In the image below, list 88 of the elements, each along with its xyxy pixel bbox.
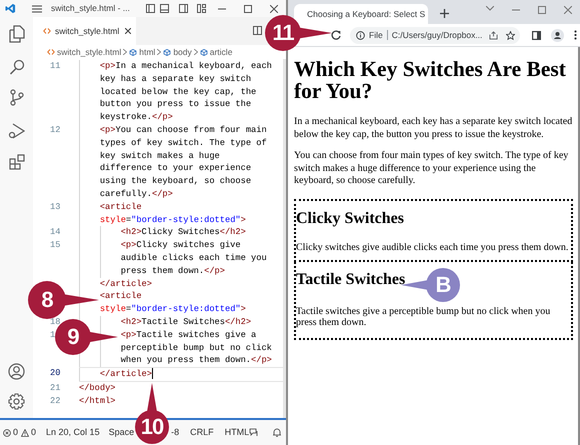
layout-icon[interactable] — [146, 4, 155, 13]
side-panel-icon[interactable] — [532, 30, 541, 40]
cursor-position[interactable]: Ln 20, Col 15 — [46, 426, 100, 440]
line-number: 11 — [50, 60, 62, 73]
code-file-icon — [43, 28, 51, 34]
breadcrumb-item[interactable]: body — [163, 46, 192, 58]
breadcrumb-item[interactable]: html — [129, 46, 156, 58]
share-icon[interactable] — [489, 30, 498, 40]
scheme-label: File — [369, 28, 383, 42]
feedback-icon[interactable] — [249, 428, 260, 437]
error-icon — [3, 428, 11, 436]
layout-icon[interactable] — [178, 4, 188, 13]
window-title: switch_style.html - ... — [51, 2, 130, 15]
close-icon[interactable] — [270, 4, 278, 12]
chevron-right-icon — [194, 49, 198, 55]
notifications-icon[interactable] — [273, 428, 282, 437]
maximize-icon[interactable] — [244, 4, 252, 12]
paragraph: In a mechanical keyboard, each key has a separate key switch located below the key cap, the button you press to issue the keystroke. — [294, 116, 573, 141]
line-number: 14 — [50, 226, 62, 240]
breadcrumb-item[interactable]: switch_style.html — [47, 46, 122, 58]
code-line: <h2>Clicky Switches</h2> — [120, 227, 246, 238]
run-debug-icon[interactable] — [8, 123, 25, 139]
line-number: 13 — [50, 200, 62, 214]
line-number: 1 — [50, 328, 56, 342]
split-editor-icon[interactable] — [253, 26, 262, 35]
code-line: <p>Clicky switches give audible clicks each time you press them down.</p> — [120, 240, 267, 276]
warning-count[interactable]: 0 — [21, 426, 36, 440]
account-icon[interactable] — [8, 363, 25, 380]
code-file-icon — [47, 49, 55, 55]
url-text: C:/Users/guy/Dropbox... — [392, 28, 482, 42]
code-line: </body> — [79, 382, 116, 393]
line-number: 15 — [50, 239, 62, 252]
status-item[interactable]: -8 — [171, 426, 180, 440]
code-line: </article> — [100, 278, 152, 289]
breadcrumb-item[interactable]: article — [200, 46, 232, 58]
search-icon[interactable] — [8, 59, 24, 75]
line-number: 20 — [50, 367, 62, 380]
close-icon[interactable] — [125, 28, 132, 34]
cube-icon — [129, 48, 138, 56]
step-callout: 10 — [135, 383, 169, 444]
menu-icon[interactable] — [32, 4, 42, 12]
cube-icon — [200, 48, 208, 56]
profile-icon[interactable] — [551, 28, 564, 42]
maximize-icon[interactable] — [538, 6, 546, 14]
code-line: <h2>Tactile Switches</h2> — [120, 316, 252, 327]
line-number: 22 — [50, 394, 62, 408]
more-menu-icon[interactable] — [574, 30, 577, 40]
browser-tab[interactable]: Choosing a Keyboard: Select S — [294, 4, 428, 24]
code-line: <p>Tactile switches give a perceptible bump but no click when you press them down.</p> — [120, 330, 272, 366]
cube-icon — [163, 48, 172, 56]
new-tab-icon[interactable] — [440, 9, 449, 18]
source-control-icon[interactable] — [10, 89, 24, 106]
info-icon — [356, 30, 365, 40]
app-logo-icon — [5, 3, 16, 14]
article-heading: Tactile Switches — [296, 270, 406, 288]
line-number: 12 — [50, 124, 62, 137]
status-item[interactable]: Space — [108, 426, 134, 440]
minimize-icon[interactable] — [512, 9, 520, 11]
chevron-right-icon — [157, 49, 162, 55]
error-count[interactable]: 0 — [3, 426, 18, 440]
status-item[interactable]: HTML — [224, 426, 250, 440]
code-line: <article style="border-style:dotted"> — [100, 202, 246, 225]
code-line: </html> — [79, 396, 116, 406]
paragraph: Clicky switches give audible clicks each time you press them down. — [296, 242, 570, 252]
reload-icon[interactable] — [331, 30, 341, 40]
code-line: <article style="border-style:dotted"> — [100, 291, 246, 314]
extensions-icon[interactable] — [8, 154, 24, 170]
step-callout: 8 — [28, 281, 99, 319]
code-line: </article> — [100, 369, 152, 380]
address-bar[interactable]: File C:/Users/guy/Dropbox... — [350, 26, 520, 44]
code-line: <p>You can choose from four main types of key switch. The type of key switch makes a huge difference to your experience using the keyboard, so choose carefully.</p> — [100, 124, 267, 199]
text-cursor — [152, 368, 153, 380]
chevron-down-icon[interactable] — [486, 6, 494, 11]
article-heading: Clicky Switches — [296, 210, 404, 228]
layout-icon[interactable] — [196, 4, 206, 13]
editor-tab[interactable]: switch_style.html — [33, 17, 136, 45]
status-item[interactable]: CRLF — [190, 426, 214, 440]
page-heading: Which Key Switches Are Best for You? — [294, 58, 567, 102]
settings-icon[interactable] — [8, 393, 25, 410]
code-line: <p>In a mechanical keyboard, each key has a separate key switch located below the key cap, the button you press to issue the keystroke.</p> — [100, 61, 272, 122]
chevron-right-icon — [123, 49, 128, 55]
star-icon[interactable] — [506, 30, 516, 40]
line-number: 21 — [50, 382, 62, 395]
paragraph: Tactile switches give a perceptible bump but no click when you press them down. — [296, 306, 552, 328]
layout-icon[interactable] — [160, 4, 169, 13]
paragraph: You can choose from four main types of key switch. The type of key switch makes a huge difference to your experience using the keyboard, so choose carefully. — [294, 150, 570, 188]
warning-icon — [21, 428, 30, 436]
files-icon[interactable] — [8, 25, 24, 43]
